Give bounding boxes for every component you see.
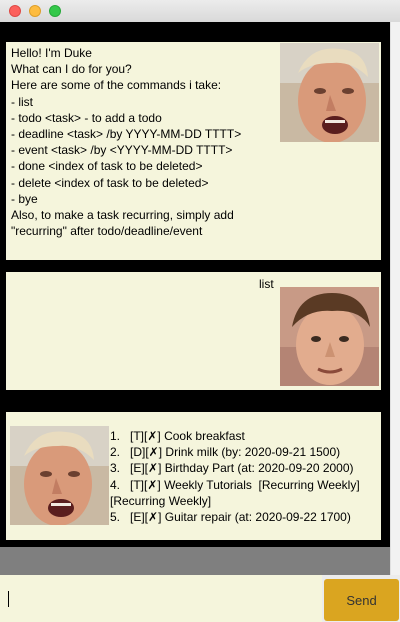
window-titlebar (0, 0, 400, 23)
duke-avatar (280, 43, 379, 142)
text-caret (8, 591, 9, 607)
duke-message-text: Hello! I'm Duke What can I do for you? H… (11, 46, 242, 239)
dialog-duke-welcome: Hello! I'm Duke What can I do for you? H… (0, 22, 390, 266)
close-window-button[interactable] (9, 5, 21, 17)
user-message-text: list (259, 277, 274, 291)
input-bar: Send (0, 575, 400, 622)
duke-message-text: 1. [T][✗] Cook breakfast 2. [D][✗] Drink… (110, 429, 360, 525)
scrollbar[interactable] (390, 22, 400, 575)
dialog-user-command: list (0, 266, 390, 404)
duke-avatar (10, 426, 109, 525)
command-input[interactable] (0, 575, 322, 622)
dialog-bubble: 1. [T][✗] Cook breakfast 2. [D][✗] Drink… (6, 412, 381, 540)
dialog-container-background (0, 547, 390, 575)
dialog-duke-list: 1. [T][✗] Cook breakfast 2. [D][✗] Drink… (0, 404, 390, 547)
send-button[interactable]: Send (324, 579, 399, 621)
dialog-bubble: list (6, 272, 381, 390)
user-avatar (280, 287, 379, 386)
dialog-bubble: Hello! I'm Duke What can I do for you? H… (6, 42, 381, 260)
minimize-window-button[interactable] (29, 5, 41, 17)
zoom-window-button[interactable] (49, 5, 61, 17)
